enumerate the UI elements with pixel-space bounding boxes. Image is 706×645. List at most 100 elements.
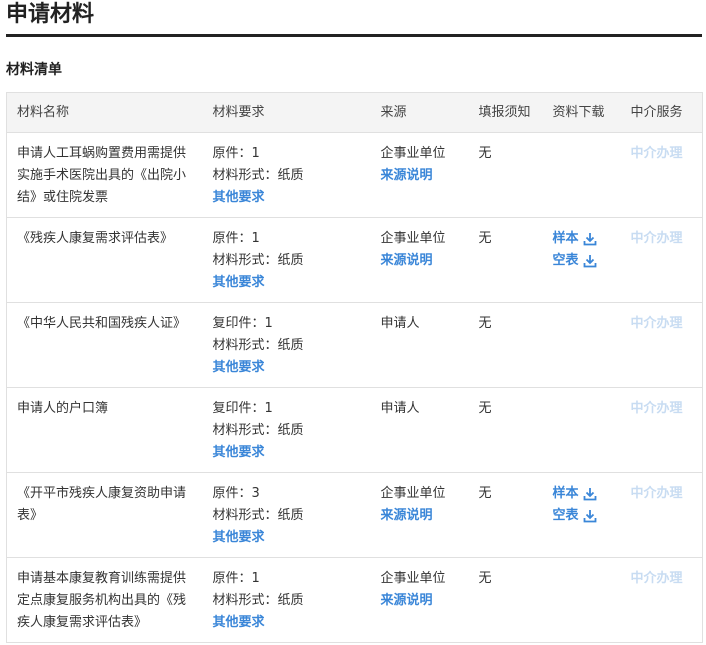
material-name: 《残疾人康复需求评估表》: [17, 231, 174, 246]
material-name-cell: 《中华人民共和国残疾人证》: [6, 302, 213, 388]
source-cell: 申请人: [380, 302, 479, 388]
page: 申请材料 材料清单 材料名称 材料要求 来源 填报须知 资料下载 中介服务 申请…: [0, 0, 706, 645]
copies-text: 原件：1: [212, 231, 260, 246]
source-info-link[interactable]: 来源说明: [381, 250, 479, 272]
blank-label: 空表: [552, 508, 579, 523]
source-cell: 企事业单位 来源说明: [380, 132, 479, 218]
notice-cell: 无: [478, 387, 553, 473]
material-name: 申请基本康复教育训练需提供定点康复服务机构出具的《残疾人康复需求评估表》: [17, 571, 187, 630]
format-text: 材料形式：纸质: [212, 253, 304, 268]
material-name: 《中华人民共和国残疾人证》: [17, 316, 187, 331]
requirement-cell: 原件：1 材料形式：纸质 其他要求: [212, 557, 381, 643]
copies-text: 原件：1: [212, 146, 260, 161]
table-row: 《中华人民共和国残疾人证》 复印件：1 材料形式：纸质 其他要求 申请人 无 中…: [6, 302, 703, 388]
agent-service-button[interactable]: 中介办理: [631, 313, 703, 335]
download-icon: [583, 255, 596, 268]
other-requirements-link[interactable]: 其他要求: [213, 612, 381, 634]
source-info-link[interactable]: 来源说明: [381, 505, 479, 527]
notice-text: 无: [478, 316, 492, 331]
other-requirements-link[interactable]: 其他要求: [213, 187, 381, 209]
source-cell: 企事业单位 来源说明: [380, 472, 479, 558]
sample-label: 样本: [552, 486, 579, 501]
format-text: 材料形式：纸质: [212, 168, 304, 183]
download-blank-form-link[interactable]: 空表: [553, 505, 631, 527]
other-requirements-link[interactable]: 其他要求: [213, 442, 381, 464]
header-requirement: 材料要求: [212, 92, 381, 133]
download-cell: [552, 302, 631, 388]
notice-text: 无: [478, 486, 492, 501]
notice-cell: 无: [478, 132, 553, 218]
download-cell: [552, 387, 631, 473]
copies-text: 原件：1: [212, 571, 260, 586]
materials-table: 材料名称 材料要求 来源 填报须知 资料下载 中介服务 申请人工耳蜗购置费用需提…: [6, 92, 703, 643]
notice-text: 无: [478, 231, 492, 246]
agent-cell: 中介办理: [630, 387, 703, 473]
notice-cell: 无: [478, 217, 553, 303]
table-row: 《残疾人康复需求评估表》 原件：1 材料形式：纸质 其他要求 企事业单位 来源说…: [6, 217, 703, 303]
source-cell: 企事业单位 来源说明: [380, 557, 479, 643]
download-sample-link[interactable]: 样本: [553, 228, 631, 250]
material-name-cell: 《残疾人康复需求评估表》: [6, 217, 213, 303]
section-title: 材料清单: [6, 62, 62, 78]
format-text: 材料形式：纸质: [212, 593, 304, 608]
requirement-cell: 复印件：1 材料形式：纸质 其他要求: [212, 302, 381, 388]
notice-cell: 无: [478, 472, 553, 558]
other-requirements-link[interactable]: 其他要求: [213, 272, 381, 294]
agent-cell: 中介办理: [630, 132, 703, 218]
source-text: 申请人: [380, 316, 420, 331]
agent-service-button[interactable]: 中介办理: [631, 483, 703, 505]
source-info-link[interactable]: 来源说明: [381, 590, 479, 612]
material-name: 申请人工耳蜗购置费用需提供实施手术医院出具的《出院小结》或住院发票: [17, 146, 187, 205]
material-name-cell: 《开平市残疾人康复资助申请表》: [6, 472, 213, 558]
table-row: 申请人的户口簿 复印件：1 材料形式：纸质 其他要求 申请人 无 中介办理: [6, 387, 703, 473]
download-cell: [552, 557, 631, 643]
download-icon: [583, 488, 596, 501]
source-cell: 企事业单位 来源说明: [380, 217, 479, 303]
source-text: 企事业单位: [380, 231, 446, 246]
header-download: 资料下载: [552, 92, 631, 133]
agent-service-button[interactable]: 中介办理: [631, 568, 703, 590]
notice-text: 无: [478, 401, 492, 416]
blank-label: 空表: [552, 253, 579, 268]
notice-cell: 无: [478, 302, 553, 388]
agent-service-button[interactable]: 中介办理: [631, 228, 703, 250]
format-text: 材料形式：纸质: [212, 508, 304, 523]
agent-service-button[interactable]: 中介办理: [631, 143, 703, 165]
header-source: 来源: [380, 92, 479, 133]
agent-cell: 中介办理: [630, 472, 703, 558]
requirement-cell: 原件：1 材料形式：纸质 其他要求: [212, 217, 381, 303]
other-requirements-link[interactable]: 其他要求: [213, 527, 381, 549]
requirement-cell: 原件：1 材料形式：纸质 其他要求: [212, 132, 381, 218]
download-blank-form-link[interactable]: 空表: [553, 250, 631, 272]
page-title: 申请材料: [6, 2, 95, 27]
source-text: 企事业单位: [380, 146, 446, 161]
table-row: 《开平市残疾人康复资助申请表》 原件：3 材料形式：纸质 其他要求 企事业单位 …: [6, 472, 703, 558]
notice-text: 无: [478, 571, 492, 586]
source-info-link[interactable]: 来源说明: [381, 165, 479, 187]
material-name: 《开平市残疾人康复资助申请表》: [17, 486, 187, 523]
other-requirements-link[interactable]: 其他要求: [213, 357, 381, 379]
table-header-row: 材料名称 材料要求 来源 填报须知 资料下载 中介服务: [6, 92, 703, 133]
agent-cell: 中介办理: [630, 557, 703, 643]
table-row: 申请基本康复教育训练需提供定点康复服务机构出具的《残疾人康复需求评估表》 原件：…: [6, 557, 703, 643]
material-name-cell: 申请人工耳蜗购置费用需提供实施手术医院出具的《出院小结》或住院发票: [6, 132, 213, 218]
format-text: 材料形式：纸质: [212, 338, 304, 353]
requirement-cell: 原件：3 材料形式：纸质 其他要求: [212, 472, 381, 558]
table-row: 申请人工耳蜗购置费用需提供实施手术医院出具的《出院小结》或住院发票 原件：1 材…: [6, 132, 703, 218]
header-name: 材料名称: [6, 92, 213, 133]
source-text: 企事业单位: [380, 486, 446, 501]
source-text: 申请人: [380, 401, 420, 416]
header-agent: 中介服务: [630, 92, 703, 133]
agent-cell: 中介办理: [630, 217, 703, 303]
source-text: 企事业单位: [380, 571, 446, 586]
material-name: 申请人的户口簿: [17, 401, 109, 416]
copies-text: 原件：3: [212, 486, 260, 501]
agent-service-button[interactable]: 中介办理: [631, 398, 703, 420]
material-name-cell: 申请人的户口簿: [6, 387, 213, 473]
download-sample-link[interactable]: 样本: [553, 483, 631, 505]
download-icon: [583, 510, 596, 523]
notice-text: 无: [478, 146, 492, 161]
download-cell: [552, 132, 631, 218]
agent-cell: 中介办理: [630, 302, 703, 388]
copies-text: 复印件：1: [212, 401, 273, 416]
